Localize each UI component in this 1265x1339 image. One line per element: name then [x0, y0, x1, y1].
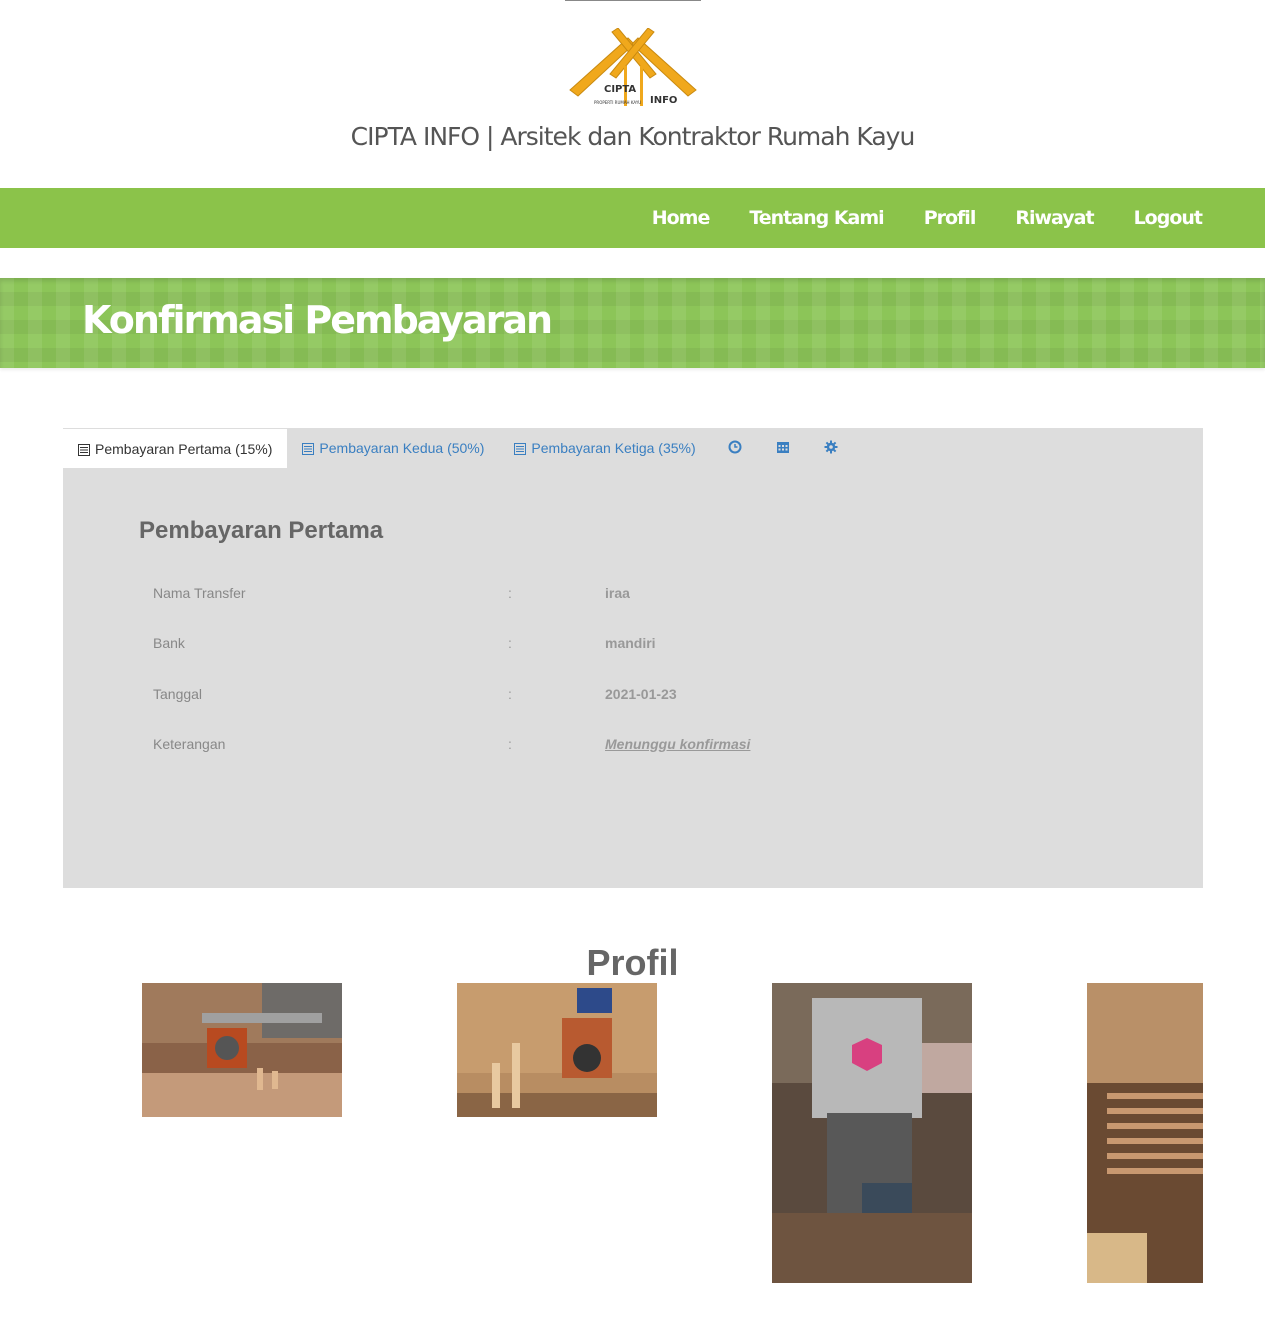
row-separator: : [508, 686, 512, 702]
wood-machine-photo[interactable] [457, 983, 657, 1117]
row-tanggal: Tanggal : 2021-01-23 [153, 686, 853, 706]
tab-label: Pembayaran Kedua (50%) [319, 440, 485, 456]
list-icon [78, 443, 90, 456]
payment-tabs: Pembayaran Pertama (15%) Pembayaran Kedu… [63, 428, 855, 468]
row-bank: Bank : mandiri [153, 635, 853, 655]
gear-icon [824, 440, 838, 457]
tab-pembayaran-ketiga[interactable]: Pembayaran Ketiga (35%) [499, 428, 710, 468]
nav-tentang-kami[interactable]: Tentang Kami [749, 207, 884, 229]
tab-calendar[interactable] [759, 428, 807, 468]
status-link[interactable]: Menunggu konfirmasi [605, 736, 750, 752]
svg-text:CIPTA: CIPTA [604, 84, 636, 95]
svg-text:PROPERTI RUMAH KAYU: PROPERTI RUMAH KAYU [594, 100, 641, 105]
nav-profil[interactable]: Profil [924, 207, 977, 229]
tab-settings[interactable] [807, 428, 855, 468]
nav-riwayat[interactable]: Riwayat [1015, 207, 1094, 229]
row-label: Nama Transfer [153, 585, 246, 601]
page-banner: Konfirmasi Pembayaran [0, 278, 1265, 368]
top-divider [565, 0, 701, 1]
row-nama-transfer: Nama Transfer : iraa [153, 585, 853, 605]
payment-heading: Pembayaran Pertama [139, 517, 384, 544]
row-separator: : [508, 635, 512, 651]
list-icon [514, 442, 527, 455]
row-keterangan: Keterangan : Menunggu konfirmasi [153, 736, 853, 756]
row-label: Bank [153, 635, 185, 651]
nav-home[interactable]: Home [652, 207, 711, 229]
list-icon [302, 442, 315, 455]
site-logo[interactable]: CIPTA INFO PROPERTI RUMAH KAYU [566, 28, 700, 112]
tab-label: Pembayaran Pertama (15%) [95, 440, 273, 457]
row-label: Tanggal [153, 686, 203, 702]
row-label: Keterangan [153, 736, 226, 752]
row-value: mandiri [605, 635, 656, 651]
svg-text:INFO: INFO [650, 95, 677, 106]
site-title: CIPTA INFO | Arsitek dan Kontraktor Ruma… [350, 122, 916, 151]
tab-label: Pembayaran Ketiga (35%) [531, 440, 696, 456]
row-value: 2021-01-23 [605, 686, 677, 702]
row-separator: : [508, 736, 512, 752]
band-saw-photo[interactable] [772, 983, 972, 1283]
radial-arm-saw-photo[interactable] [142, 983, 342, 1117]
profil-heading: Profil [586, 942, 679, 983]
tab-clock[interactable] [711, 428, 759, 468]
wood-stack-photo[interactable] [1087, 983, 1203, 1283]
row-separator: : [508, 585, 512, 601]
calendar-icon [776, 440, 790, 457]
nav-logout[interactable]: Logout [1134, 207, 1203, 229]
clock-icon [728, 440, 742, 457]
payment-panel: Pembayaran Pertama (15%) Pembayaran Kedu… [63, 428, 1203, 888]
main-navbar: Home Tentang Kami Profil Riwayat Logout [0, 188, 1265, 248]
row-value: iraa [605, 585, 630, 601]
page-title: Konfirmasi Pembayaran [82, 298, 553, 342]
tab-pembayaran-pertama[interactable]: Pembayaran Pertama (15%) [63, 428, 288, 468]
tab-pembayaran-kedua[interactable]: Pembayaran Kedua (50%) [287, 428, 499, 468]
